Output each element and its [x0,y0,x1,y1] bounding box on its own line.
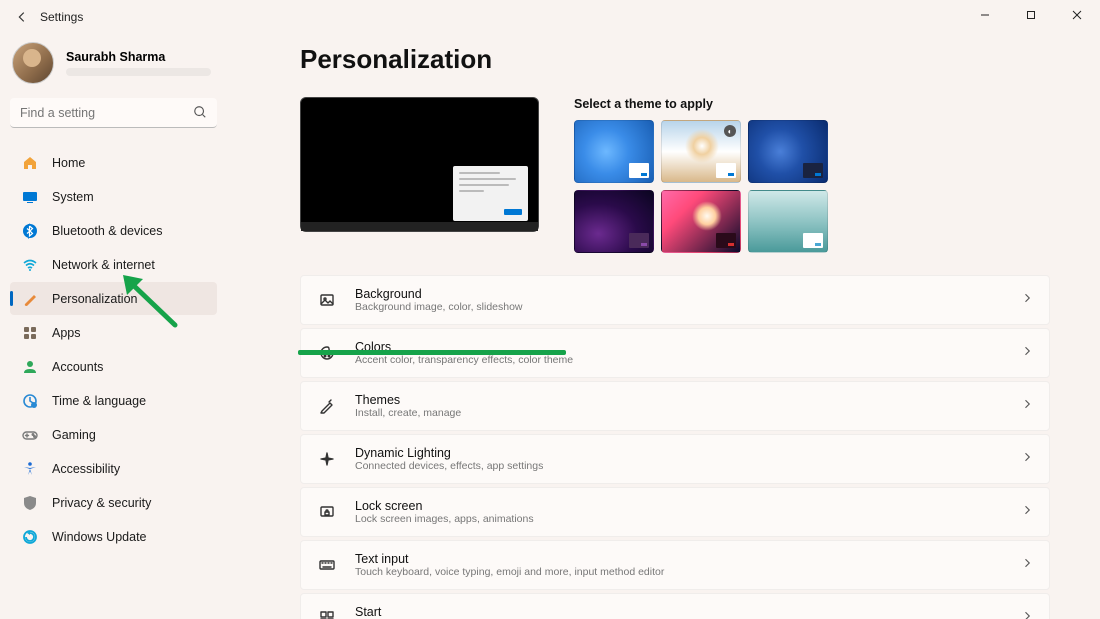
nav-label: Apps [52,326,81,340]
settings-list: Background Background image, color, slid… [300,275,1050,619]
themes-heading: Select a theme to apply [574,97,828,111]
theme-option-4[interactable] [574,190,654,253]
chevron-right-icon [1021,556,1033,574]
search-icon [193,105,207,124]
sidebar-item-privacy-security[interactable]: Privacy & security [10,486,217,519]
nav-label: Personalization [52,292,137,306]
sidebar-item-personalization[interactable]: Personalization [10,282,217,315]
setting-title: Start [355,605,1003,619]
setting-title: Text input [355,552,1003,566]
window-controls [962,0,1100,30]
setting-subtitle: Background image, color, slideshow [355,301,1003,313]
sidebar-item-apps[interactable]: Apps [10,316,217,349]
update-icon [22,529,38,545]
nav-label: Accounts [52,360,103,374]
chevron-right-icon [1021,344,1033,362]
theme-option-6[interactable] [748,190,828,253]
clock-globe-icon [22,393,38,409]
nav-label: Home [52,156,85,170]
bluetooth-icon [22,223,38,239]
apps-icon [22,325,38,341]
search-box[interactable] [10,98,217,128]
setting-row-lock-screen[interactable]: Lock screen Lock screen images, apps, an… [300,487,1050,537]
sidebar-item-network-internet[interactable]: Network & internet [10,248,217,281]
chevron-right-icon [1021,397,1033,415]
user-block[interactable]: Saurabh Sharma [10,34,217,98]
setting-title: Colors [355,340,1003,354]
setting-subtitle: Accent color, transparency effects, colo… [355,354,1003,366]
avatar [12,42,54,84]
search-input[interactable] [10,98,217,128]
setting-row-start[interactable]: Start Recent apps and items, folders [300,593,1050,619]
chevron-right-icon [1021,450,1033,468]
chevron-right-icon [1021,609,1033,619]
gamepad-icon [22,427,38,443]
system-icon [22,189,38,205]
nav-label: Windows Update [52,530,147,544]
sidebar-item-bluetooth-devices[interactable]: Bluetooth & devices [10,214,217,247]
setting-subtitle: Touch keyboard, voice typing, emoji and … [355,566,1003,578]
setting-title: Background [355,287,1003,301]
sidebar-item-accessibility[interactable]: Accessibility [10,452,217,485]
home-icon [22,155,38,171]
brush-icon [22,291,38,307]
accessibility-icon [22,461,38,477]
person-icon [22,359,38,375]
content-area: Personalization Select a theme to apply … [225,34,1100,619]
setting-subtitle: Connected devices, effects, app settings [355,460,1003,472]
sidebar-item-accounts[interactable]: Accounts [10,350,217,383]
nav-label: Gaming [52,428,96,442]
user-name: Saurabh Sharma [66,50,211,64]
chevron-right-icon [1021,503,1033,521]
theme-option-1[interactable] [574,120,654,183]
app-title: Settings [40,10,83,24]
theme-option-3[interactable] [748,120,828,183]
nav-list: Home System Bluetooth & devices Network & i… [10,146,217,553]
start-icon [317,610,337,619]
sidebar: Saurabh Sharma Home System Bluetooth & dev… [0,34,225,619]
close-button[interactable] [1054,0,1100,30]
pen-icon [317,398,337,414]
setting-subtitle: Lock screen images, apps, animations [355,513,1003,525]
setting-title: Dynamic Lighting [355,446,1003,460]
chevron-right-icon [1021,291,1033,309]
theme-option-2[interactable]: ◐ [661,120,741,183]
setting-subtitle: Install, create, manage [355,407,1003,419]
minimize-button[interactable] [962,0,1008,30]
sidebar-item-time-language[interactable]: Time & language [10,384,217,417]
sparkle-icon [317,451,337,467]
theme-option-5[interactable] [661,190,741,253]
nav-label: Privacy & security [52,496,151,510]
user-email-placeholder [66,68,211,76]
sidebar-item-home[interactable]: Home [10,146,217,179]
sidebar-item-windows-update[interactable]: Windows Update [10,520,217,553]
nav-label: Time & language [52,394,146,408]
back-button[interactable] [14,9,30,25]
titlebar: Settings [0,0,1100,34]
theme-grid: ◐ [574,120,828,253]
sidebar-item-gaming[interactable]: Gaming [10,418,217,451]
keyboard-icon [317,557,337,573]
page-title: Personalization [300,34,1050,75]
desktop-preview [300,97,539,232]
setting-row-background[interactable]: Background Background image, color, slid… [300,275,1050,325]
setting-title: Lock screen [355,499,1003,513]
setting-row-colors[interactable]: Colors Accent color, transparency effect… [300,328,1050,378]
palette-icon [317,345,337,361]
shield-icon [22,495,38,511]
setting-row-themes[interactable]: Themes Install, create, manage [300,381,1050,431]
setting-row-dynamic-lighting[interactable]: Dynamic Lighting Connected devices, effe… [300,434,1050,484]
sidebar-item-system[interactable]: System [10,180,217,213]
nav-label: System [52,190,94,204]
nav-label: Bluetooth & devices [52,224,163,238]
image-icon [317,292,337,308]
nav-label: Accessibility [52,462,120,476]
lock-screen-icon [317,504,337,520]
setting-title: Themes [355,393,1003,407]
maximize-button[interactable] [1008,0,1054,30]
wifi-icon [22,257,38,273]
setting-row-text-input[interactable]: Text input Touch keyboard, voice typing,… [300,540,1050,590]
nav-label: Network & internet [52,258,155,272]
